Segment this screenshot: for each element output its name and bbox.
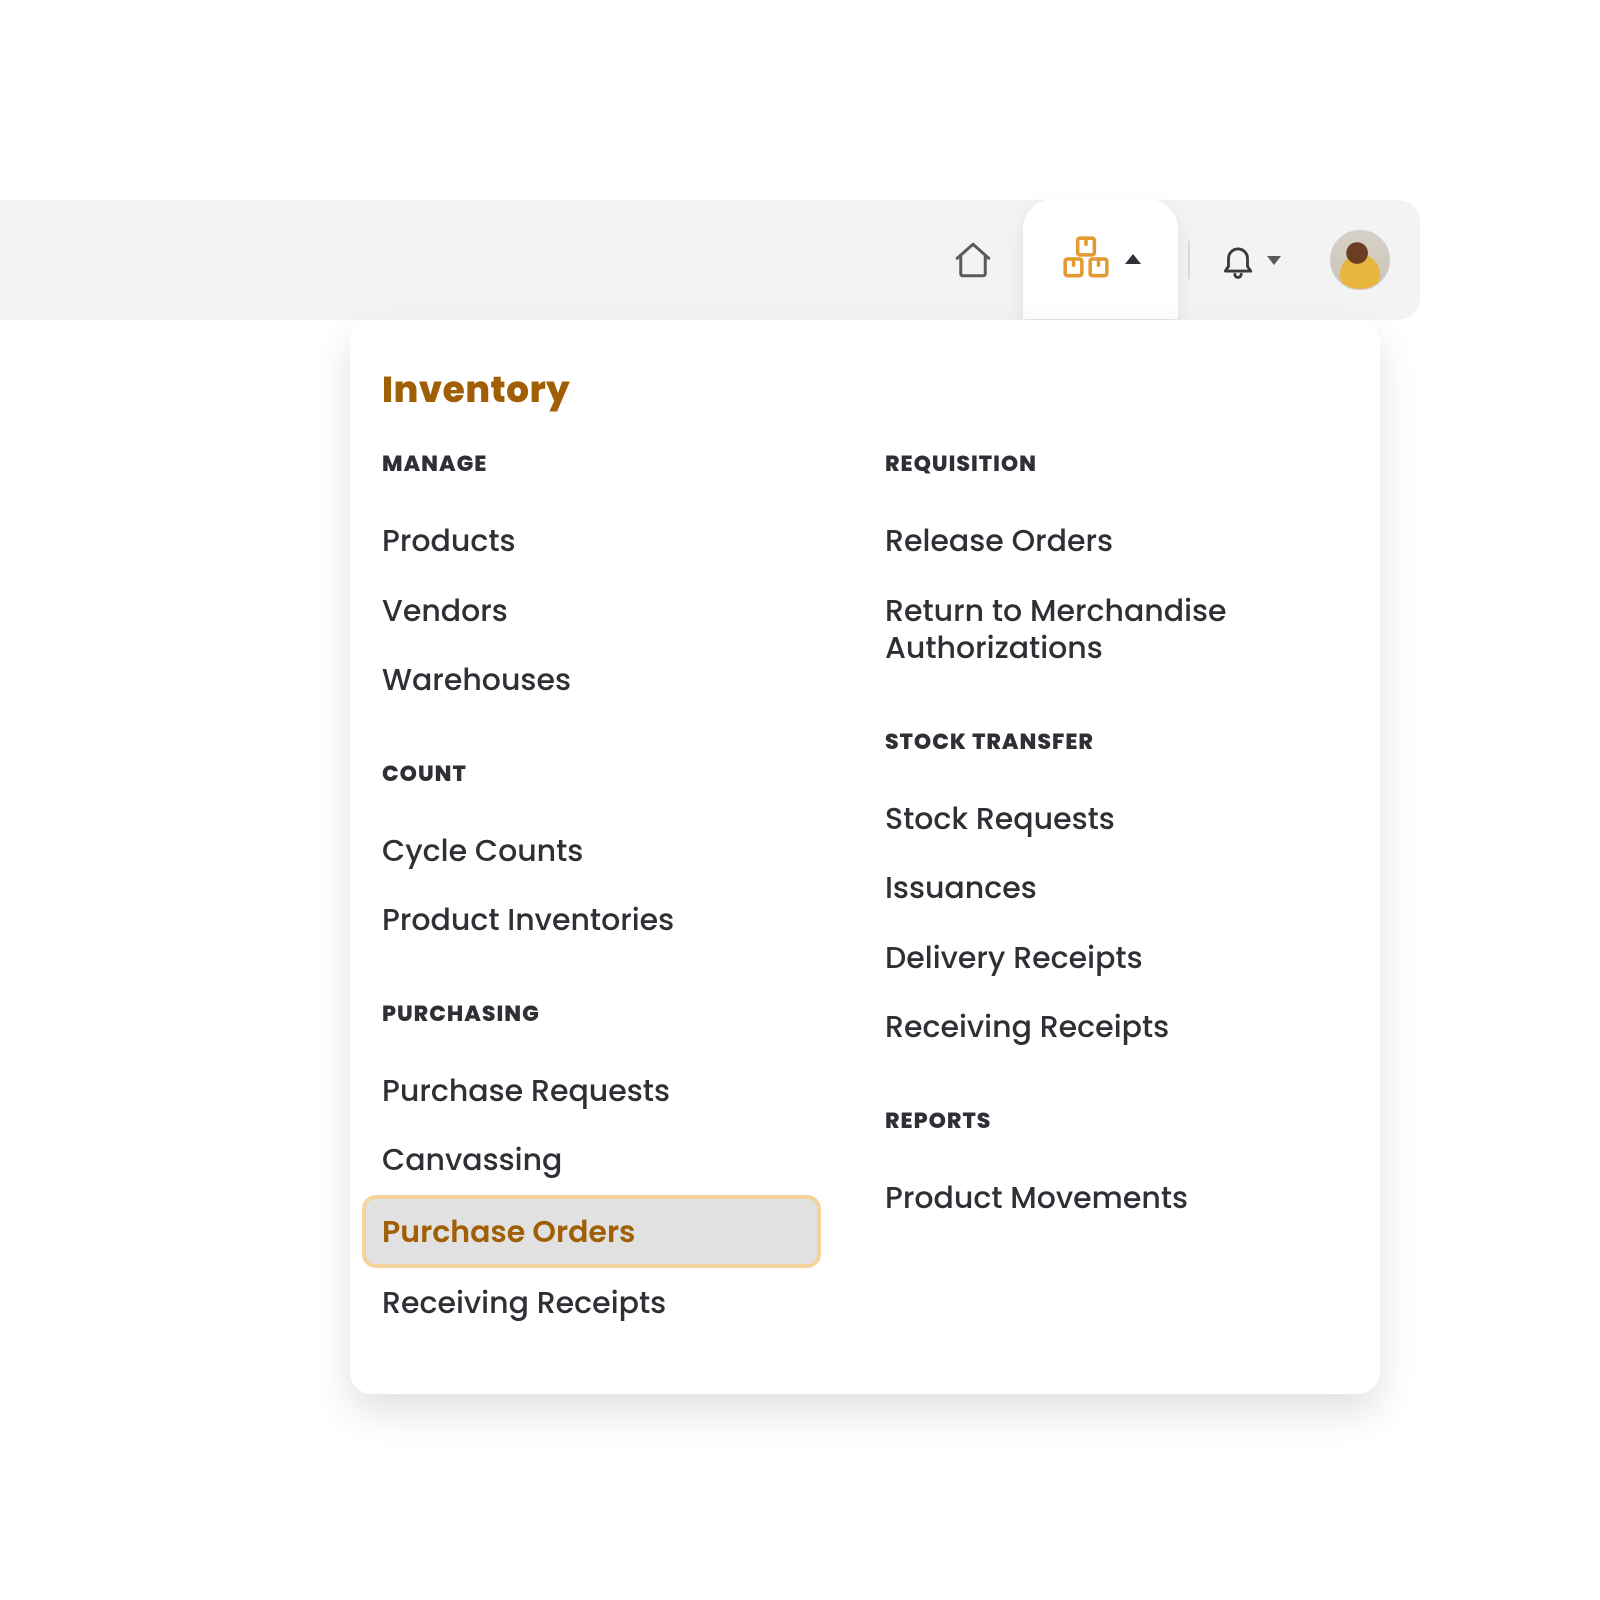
menu-item-receiving-receipts-st[interactable]: Receiving Receipts	[885, 992, 1348, 1062]
boxes-icon	[1061, 234, 1111, 284]
home-button[interactable]	[923, 200, 1023, 320]
group-manage: MANAGE Products Vendors Warehouses	[382, 447, 845, 715]
group-reports: REPORTS Product Movements	[885, 1104, 1348, 1233]
caret-up-icon	[1125, 254, 1141, 264]
menu-left-column: MANAGE Products Vendors Warehouses COUNT…	[382, 447, 845, 1338]
menu-item-return-merchandise[interactable]: Return to Merchandise Authorizations	[885, 576, 1348, 683]
inventory-nav-button[interactable]	[1023, 199, 1178, 319]
topbar	[0, 200, 1420, 320]
group-heading: STOCK TRANSFER	[885, 725, 1348, 758]
group-heading: PURCHASING	[382, 997, 845, 1030]
menu-right-column: REQUISITION Release Orders Return to Mer…	[885, 447, 1348, 1338]
group-heading: MANAGE	[382, 447, 845, 480]
menu-item-stock-requests[interactable]: Stock Requests	[885, 784, 1348, 854]
home-icon	[952, 239, 994, 281]
panel-title: Inventory	[382, 362, 1348, 417]
caret-down-icon	[1267, 256, 1281, 265]
inventory-dropdown-panel: Inventory MANAGE Products Vendors Wareho…	[350, 320, 1380, 1394]
menu-item-product-movements[interactable]: Product Movements	[885, 1163, 1348, 1233]
menu-item-purchase-requests[interactable]: Purchase Requests	[382, 1056, 845, 1126]
avatar	[1330, 230, 1390, 290]
group-heading: REQUISITION	[885, 447, 1348, 480]
menu-item-product-inventories[interactable]: Product Inventories	[382, 885, 845, 955]
notifications-button[interactable]	[1200, 241, 1300, 279]
profile-button[interactable]	[1300, 230, 1420, 290]
group-stock-transfer: STOCK TRANSFER Stock Requests Issuances …	[885, 725, 1348, 1062]
group-heading: REPORTS	[885, 1104, 1348, 1137]
group-heading: COUNT	[382, 757, 845, 790]
group-count: COUNT Cycle Counts Product Inventories	[382, 757, 845, 955]
menu-item-receiving-receipts[interactable]: Receiving Receipts	[382, 1268, 845, 1338]
menu-item-canvassing[interactable]: Canvassing	[382, 1125, 845, 1195]
menu-item-vendors[interactable]: Vendors	[382, 576, 845, 646]
menu-item-issuances[interactable]: Issuances	[885, 853, 1348, 923]
menu-item-products[interactable]: Products	[382, 506, 845, 576]
menu-item-release-orders[interactable]: Release Orders	[885, 506, 1348, 576]
menu-item-delivery-receipts[interactable]: Delivery Receipts	[885, 923, 1348, 993]
menu-item-warehouses[interactable]: Warehouses	[382, 645, 845, 715]
topbar-divider	[1188, 241, 1190, 279]
bell-icon	[1219, 241, 1257, 279]
group-requisition: REQUISITION Release Orders Return to Mer…	[885, 447, 1348, 683]
menu-item-cycle-counts[interactable]: Cycle Counts	[382, 816, 845, 886]
group-purchasing: PURCHASING Purchase Requests Canvassing …	[382, 997, 845, 1338]
menu-item-purchase-orders[interactable]: Purchase Orders	[362, 1195, 821, 1269]
